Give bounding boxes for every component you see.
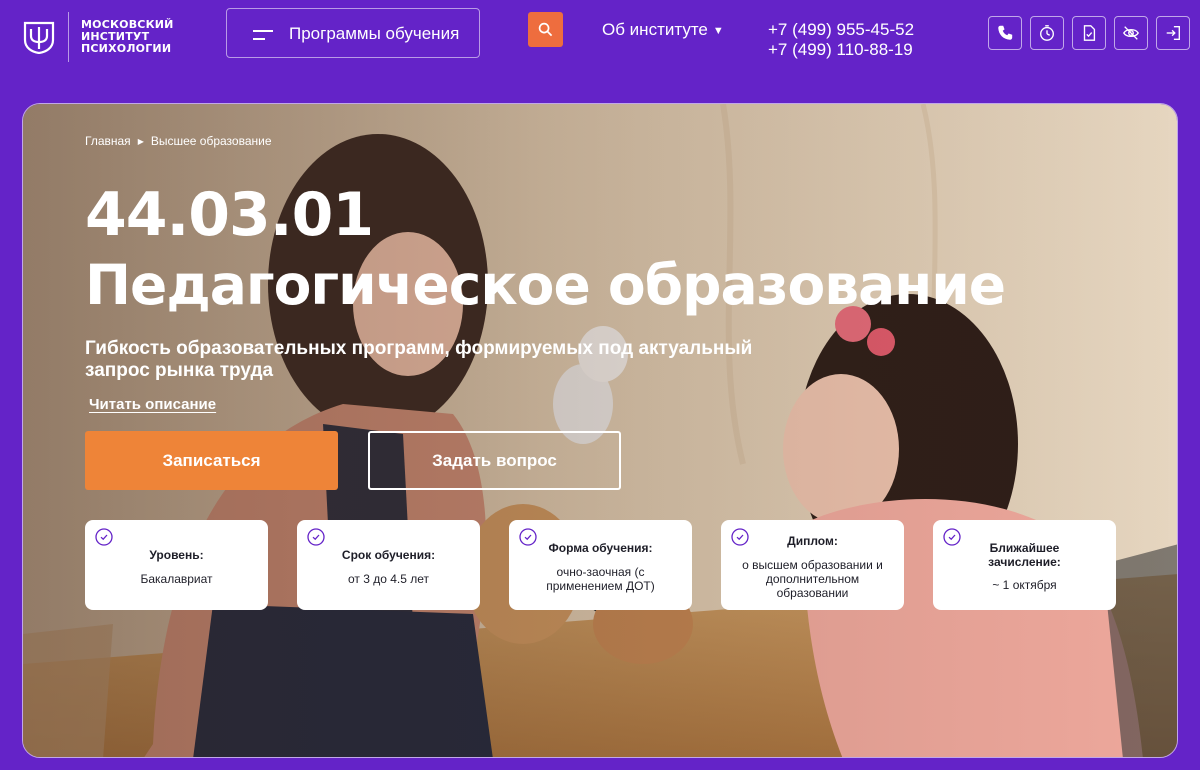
info-card-diploma: Диплом: о высшем образовании и дополните… [721,520,904,610]
info-card-value: Бакалавриат [140,572,213,586]
info-card-duration: Срок обучения: от 3 до 4.5 лет [297,520,480,610]
info-card-value: от 3 до 4.5 лет [347,572,430,586]
logo[interactable]: МОСКОВСКИЙ ИНСТИТУТ ПСИХОЛОГИИ [22,12,181,62]
info-card-title: Срок обучения: [341,548,436,562]
info-card-enrollment: Ближайшее зачисление: ~ 1 октября [933,520,1116,610]
breadcrumb-current: Высшее образование [150,134,272,148]
header-icon-buttons [988,16,1190,50]
info-card-value: о высшем образовании и дополнительном об… [742,558,883,600]
timer-button[interactable] [1030,16,1064,50]
page-title: Педагогическое образование [85,253,1006,317]
hero-subtitle: Гибкость образовательных программ, форми… [85,338,753,381]
program-code: 44.03.01 [85,180,374,250]
login-icon [1166,26,1180,40]
timer-icon [1040,25,1054,41]
about-institute-menu[interactable]: Об институте ▼ [602,20,724,40]
call-button[interactable] [988,16,1022,50]
programs-menu-label: Программы обучения [289,24,460,43]
info-card-value: очно-заочная (с применением ДОТ) [546,565,655,593]
hero-banner: Главная ▶ Высшее образование 44.03.01 Пе… [22,103,1178,758]
document-check-icon [1083,25,1096,41]
site-header: МОСКОВСКИЙ ИНСТИТУТ ПСИХОЛОГИИ Программы… [0,0,1200,100]
caret-down-icon: ▼ [712,24,724,37]
search-icon [538,22,553,37]
phone-link[interactable]: +7 (499) 110-88-19 [768,40,914,60]
breadcrumb-home-link[interactable]: Главная [85,134,131,148]
breadcrumb-separator-icon: ▶ [137,136,144,146]
info-card-title: Ближайшее зачисление: [988,541,1061,569]
check-circle-icon [307,528,325,546]
login-button[interactable] [1156,16,1190,50]
eye-off-icon [1123,26,1139,40]
about-institute-label: Об институте [602,20,708,39]
read-description-link[interactable]: Читать описание [89,396,216,413]
phone-numbers: +7 (499) 955-45-52 +7 (499) 110-88-19 [768,20,914,60]
info-card-title: Форма обучения: [548,541,653,555]
info-card-title: Уровень: [149,548,204,562]
psi-logo-icon [23,21,55,54]
search-button[interactable] [528,12,563,47]
breadcrumb: Главная ▶ Высшее образование [85,134,272,148]
ask-question-button[interactable]: Задать вопрос [368,431,621,490]
phone-icon [998,25,1013,40]
accessibility-button[interactable] [1114,16,1148,50]
enroll-button[interactable]: Записаться [85,431,338,490]
logo-divider [68,12,69,62]
info-card-study-form: Форма обучения: очно-заочная (с применен… [509,520,692,610]
info-card-title: Диплом: [787,534,838,548]
info-card-value: ~ 1 октября [992,578,1057,592]
logo-line: ПСИХОЛОГИИ [81,42,172,55]
info-card-level: Уровень: Бакалавриат [85,520,268,610]
phone-link[interactable]: +7 (499) 955-45-52 [768,20,914,40]
documents-button[interactable] [1072,16,1106,50]
menu-icon [253,30,273,40]
programs-menu-button[interactable]: Программы обучения [226,8,480,58]
logo-text: МОСКОВСКИЙ ИНСТИТУТ ПСИХОЛОГИИ [81,19,181,55]
check-circle-icon [95,528,113,546]
